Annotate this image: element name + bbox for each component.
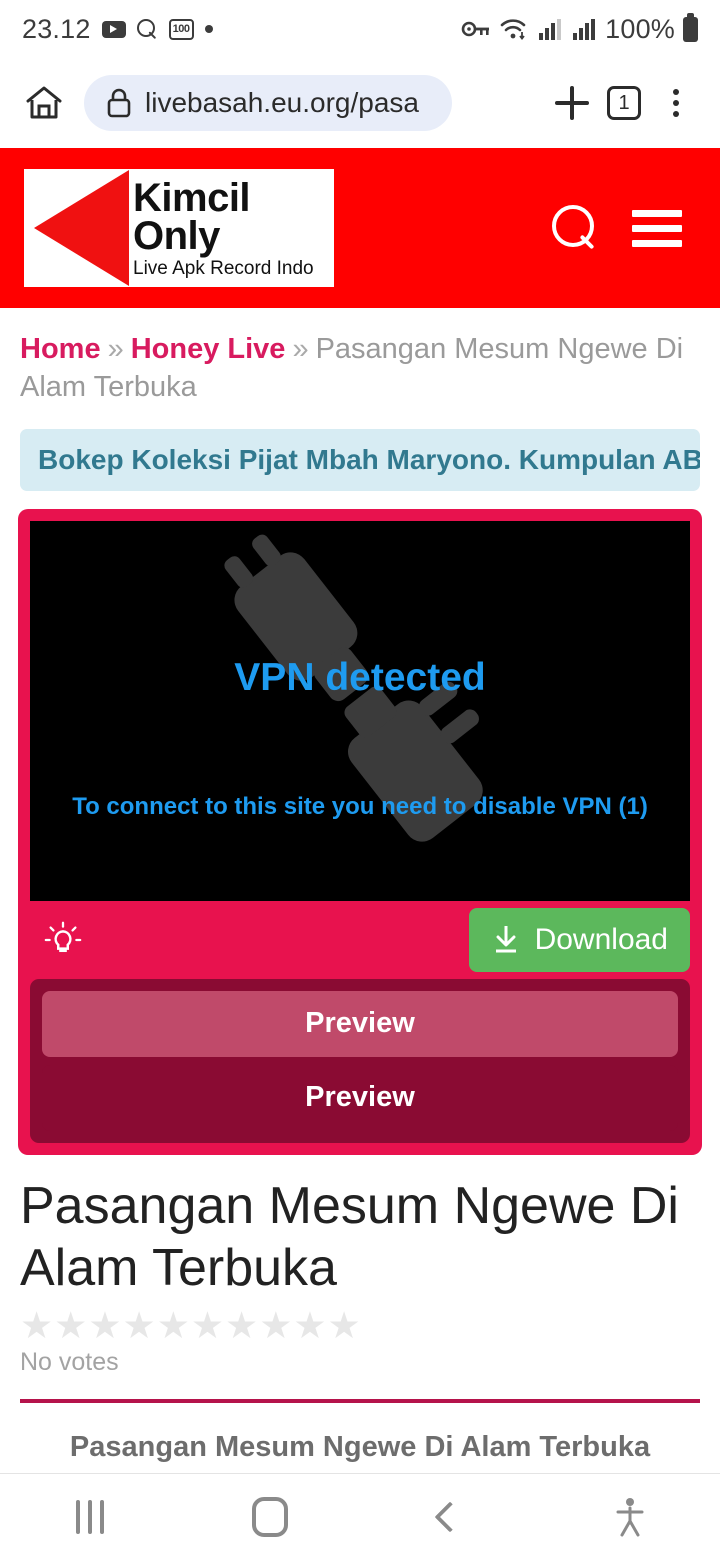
overflow-menu-button[interactable] bbox=[650, 77, 702, 129]
status-bar-clock: 23.12 bbox=[22, 13, 91, 44]
signal-bars-icon bbox=[539, 19, 562, 40]
wifi-icon bbox=[500, 19, 526, 40]
logo-line-2: Only bbox=[133, 214, 220, 258]
breadcrumb-category-link[interactable]: Honey Live bbox=[131, 333, 286, 365]
dot-icon bbox=[204, 25, 213, 33]
site-logo[interactable]: Kimcil Only Live Apk Record Indo bbox=[24, 169, 334, 287]
section-divider bbox=[20, 1399, 700, 1404]
browser-toolbar: livebasah.eu.org/pasa 1 bbox=[0, 58, 720, 148]
signal-bars-2-icon bbox=[573, 19, 596, 40]
preview-button-group: Preview Preview bbox=[30, 978, 690, 1143]
star-icon[interactable]: ★ bbox=[157, 1307, 190, 1344]
breadcrumb-separator-2: » bbox=[292, 333, 309, 365]
marquee-notice[interactable]: Bokep Koleksi Pijat Mbah Maryono. Kumpul… bbox=[20, 428, 700, 491]
home-icon bbox=[26, 86, 62, 119]
vote-count-label: No votes bbox=[20, 1348, 119, 1377]
rating-stars[interactable]: ★ ★ ★ ★ ★ ★ ★ ★ ★ ★ bbox=[0, 1299, 720, 1344]
status-bar-right: 100% bbox=[461, 12, 698, 45]
star-icon[interactable]: ★ bbox=[88, 1307, 121, 1344]
hamburger-menu-icon[interactable] bbox=[632, 209, 682, 247]
new-tab-button[interactable] bbox=[546, 77, 598, 129]
preview-button-2[interactable]: Preview bbox=[42, 1064, 678, 1131]
video-area[interactable]: VPN detected To connect to this site you… bbox=[30, 520, 690, 901]
new-tab-icon bbox=[555, 86, 589, 120]
youtube-icon bbox=[101, 20, 126, 38]
play-triangle-icon bbox=[34, 170, 129, 286]
breadcrumb-home-link[interactable]: Home bbox=[20, 333, 101, 365]
back-icon bbox=[434, 1501, 466, 1533]
star-icon[interactable]: ★ bbox=[20, 1307, 53, 1344]
url-text: livebasah.eu.org/pasa bbox=[145, 87, 419, 118]
status-bar: 23.12 100 100% bbox=[0, 0, 720, 58]
status-bar-left: 23.12 100 bbox=[22, 14, 213, 45]
breadcrumb: Home» Honey Live» Pasangan Mesum Ngewe Di … bbox=[0, 308, 720, 407]
nav-recents-button[interactable] bbox=[0, 1500, 180, 1534]
battery-icon bbox=[683, 12, 698, 42]
star-icon[interactable]: ★ bbox=[225, 1307, 258, 1344]
breadcrumb-separator-1: » bbox=[107, 333, 124, 365]
star-icon[interactable]: ★ bbox=[328, 1307, 361, 1344]
download-icon bbox=[495, 925, 516, 953]
download-button-label: Download bbox=[534, 922, 668, 956]
logo-line-1: Kimcil bbox=[133, 176, 251, 220]
download-button[interactable]: Download bbox=[468, 907, 690, 972]
recents-icon bbox=[76, 1500, 104, 1534]
unplugged-plug-icon bbox=[224, 534, 483, 842]
site-header: Kimcil Only Live Apk Record Indo bbox=[0, 148, 720, 308]
star-icon[interactable]: ★ bbox=[54, 1307, 87, 1344]
tab-switcher-button[interactable]: 1 bbox=[598, 77, 650, 129]
tab-count-badge: 1 bbox=[607, 86, 641, 120]
logo-tagline: Live Apk Record Indo bbox=[133, 258, 314, 279]
battery-percent-label: 100% bbox=[605, 13, 675, 44]
address-bar[interactable]: livebasah.eu.org/pasa bbox=[84, 75, 452, 131]
home-button[interactable] bbox=[18, 77, 70, 129]
lock-icon bbox=[107, 88, 131, 118]
search-icon bbox=[136, 18, 158, 40]
search-icon[interactable] bbox=[552, 205, 598, 251]
android-nav-bar bbox=[0, 1474, 720, 1560]
player-control-bar: Download bbox=[30, 901, 690, 979]
nav-back-button[interactable] bbox=[360, 1501, 540, 1533]
marquee-notice-text: Bokep Koleksi Pijat Mbah Maryono. Kumpul… bbox=[38, 443, 700, 475]
video-player-card: VPN detected To connect to this site you… bbox=[18, 508, 702, 1155]
vpn-key-icon bbox=[461, 21, 490, 37]
accessibility-icon bbox=[616, 1498, 644, 1537]
vpn-detected-subtitle: To connect to this site you need to disa… bbox=[72, 792, 648, 820]
nav-accessibility-button[interactable] bbox=[540, 1495, 720, 1539]
lightbulb-icon[interactable] bbox=[42, 919, 84, 961]
star-icon[interactable]: ★ bbox=[123, 1307, 156, 1344]
home-icon bbox=[252, 1497, 288, 1537]
vpn-detected-title: VPN detected bbox=[234, 655, 486, 699]
site-header-actions bbox=[552, 205, 696, 251]
overflow-menu-icon bbox=[673, 89, 679, 117]
page-title: Pasangan Mesum Ngewe Di Alam Terbuka bbox=[20, 1176, 679, 1297]
preview-button-1[interactable]: Preview bbox=[42, 990, 678, 1057]
star-icon[interactable]: ★ bbox=[191, 1307, 224, 1344]
site-logo-text: Kimcil Only Live Apk Record Indo bbox=[133, 178, 314, 278]
star-icon[interactable]: ★ bbox=[293, 1307, 326, 1344]
article-sub-heading: Pasangan Mesum Ngewe Di Alam Terbuka bbox=[69, 1431, 651, 1464]
nav-home-button[interactable] bbox=[180, 1497, 360, 1537]
battery-saver-badge-icon: 100 bbox=[168, 18, 194, 40]
star-icon[interactable]: ★ bbox=[259, 1307, 292, 1344]
